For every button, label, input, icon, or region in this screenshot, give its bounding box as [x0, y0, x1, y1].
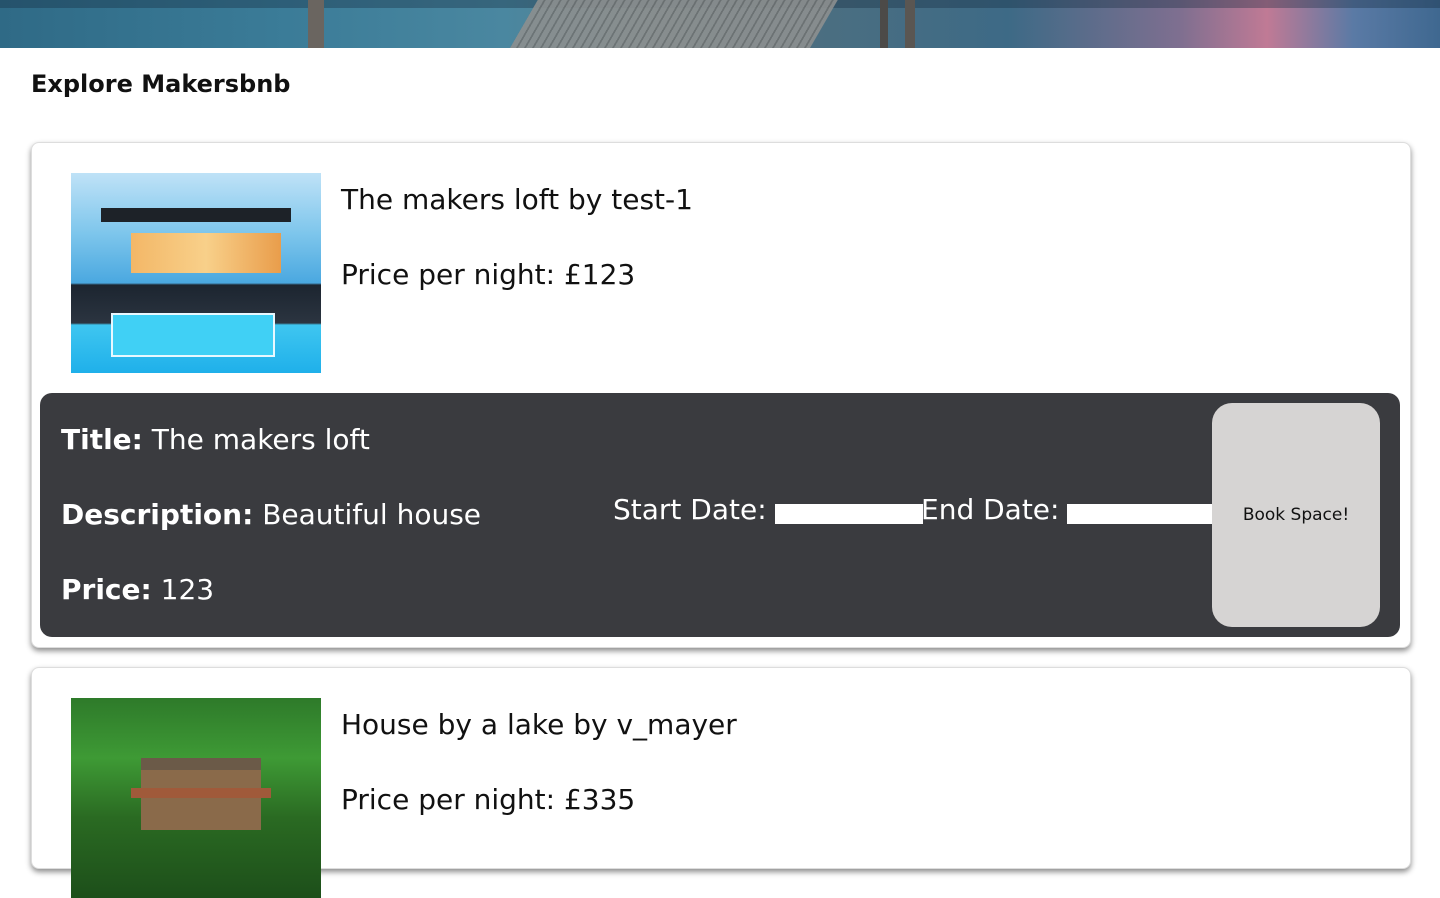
detail-title-value: The makers loft — [151, 423, 370, 456]
start-date-group: Start Date: — [613, 493, 923, 526]
header-banner-image — [0, 0, 1440, 48]
book-space-button[interactable]: Book Space! — [1212, 403, 1380, 627]
detail-title-label: Title: — [61, 423, 143, 456]
detail-description-label: Description: — [61, 498, 254, 531]
listing-image — [71, 698, 321, 898]
listing-image — [71, 173, 321, 373]
detail-price-value: 123 — [160, 573, 215, 606]
listing-price: Price per night: £335 — [341, 783, 636, 816]
banner-post — [905, 0, 915, 48]
listing-price: Price per night: £123 — [341, 258, 636, 291]
listing-name: The makers loft by test-1 — [341, 183, 693, 216]
lake-house-photo — [71, 698, 321, 898]
end-date-input[interactable] — [1067, 503, 1216, 524]
detail-title: Title: The makers loft — [61, 423, 370, 456]
detail-description: Description: Beautiful house — [61, 498, 481, 531]
banner-post — [880, 0, 888, 48]
banner-dock — [510, 0, 838, 48]
end-date-label: End Date: — [921, 493, 1060, 526]
detail-price-label: Price: — [61, 573, 152, 606]
page-title: Explore Makersbnb — [31, 70, 291, 98]
listing-details-panel: Title: The makers loft Description: Beau… — [40, 393, 1400, 637]
listing-card: The makers loft by test-1 Price per nigh… — [31, 142, 1411, 648]
listing-name: House by a lake by v_mayer — [341, 708, 737, 741]
modern-house-photo — [71, 173, 321, 373]
end-date-group: End Date: — [921, 493, 1216, 526]
detail-description-value: Beautiful house — [262, 498, 482, 531]
listing-card: House by a lake by v_mayer Price per nig… — [31, 667, 1411, 898]
banner-post — [308, 0, 324, 48]
start-date-label: Start Date: — [613, 493, 767, 526]
start-date-input[interactable] — [774, 503, 923, 524]
detail-price: Price: 123 — [61, 573, 214, 606]
